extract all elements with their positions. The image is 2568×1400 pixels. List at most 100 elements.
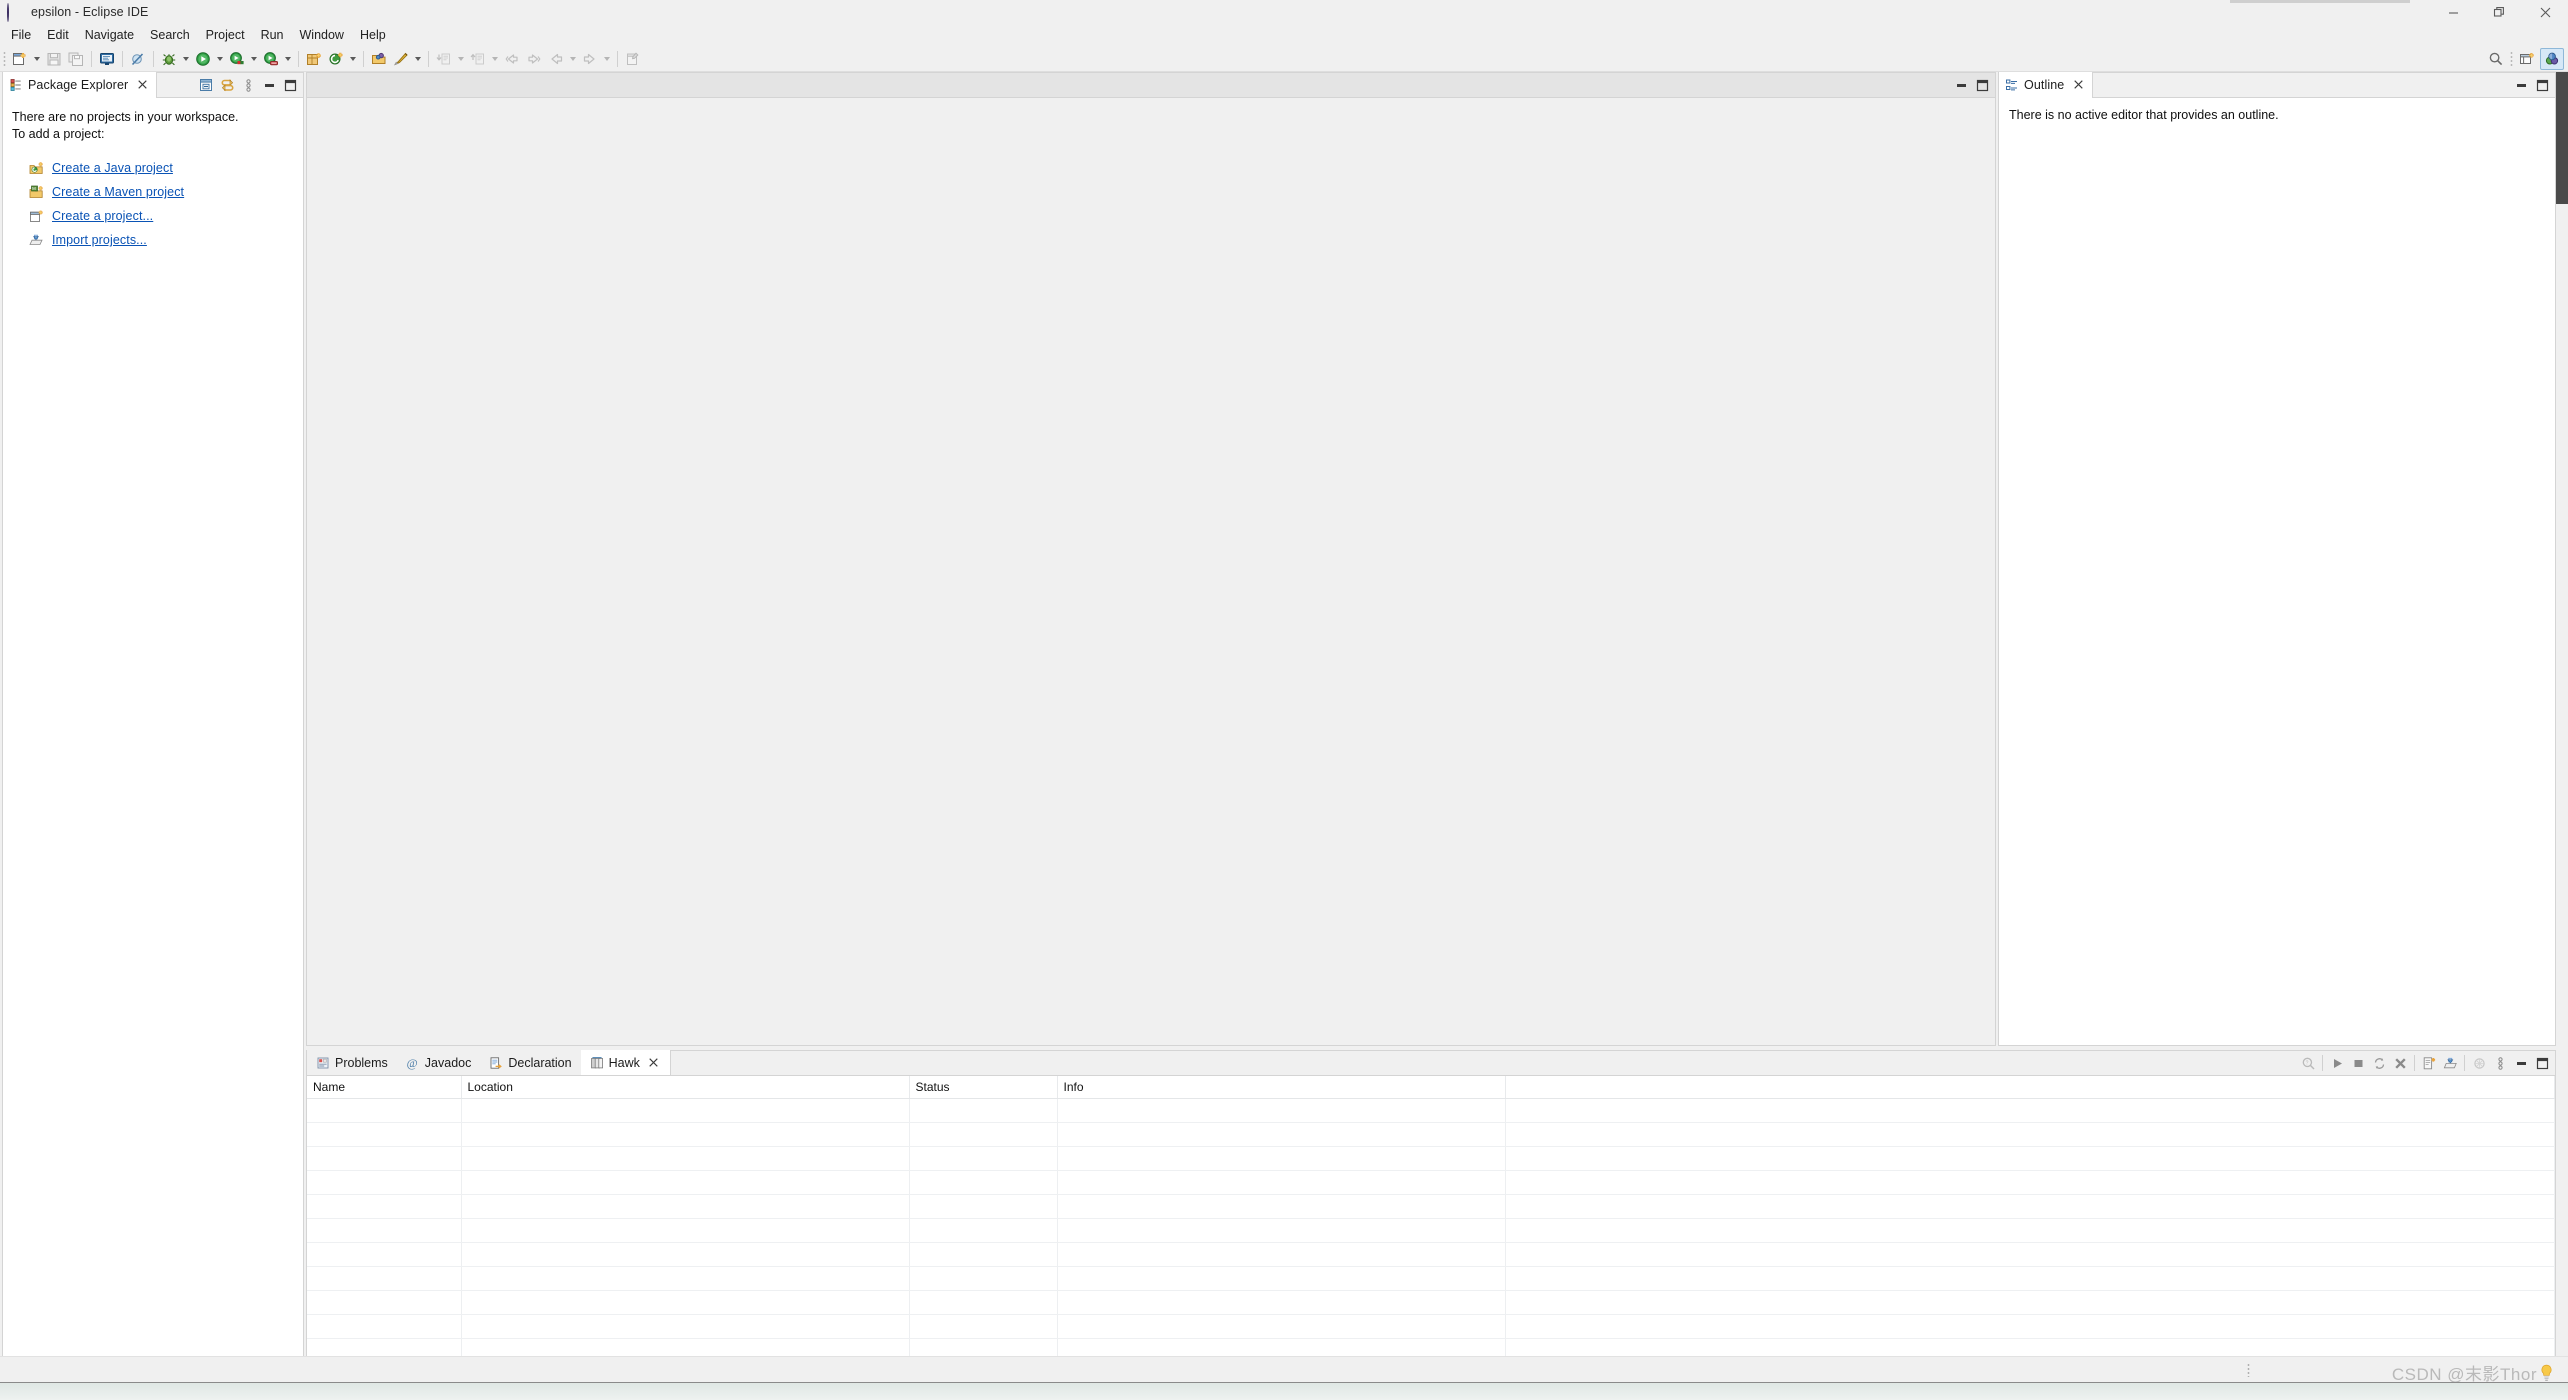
coverage-button[interactable] (226, 48, 248, 70)
close-icon[interactable] (647, 1056, 661, 1070)
debug-dropdown[interactable] (180, 48, 192, 70)
debug-button[interactable] (158, 48, 180, 70)
delete-button[interactable] (2390, 1053, 2410, 1073)
close-button[interactable] (2522, 0, 2568, 24)
tab-javadoc[interactable]: @ Javadoc (396, 1050, 481, 1075)
quick-access-search-button[interactable] (2485, 48, 2507, 70)
new-package-button[interactable] (303, 48, 325, 70)
table-row[interactable] (307, 1122, 2555, 1147)
coverage-dropdown[interactable] (248, 48, 260, 70)
column-header-name[interactable]: Name (307, 1076, 462, 1099)
query-button[interactable]: ? (2298, 1053, 2318, 1073)
tab-declaration[interactable]: Declaration (480, 1050, 581, 1075)
menu-search[interactable]: Search (142, 26, 198, 45)
skip-breakpoints-button[interactable] (127, 48, 149, 70)
menu-edit[interactable]: Edit (39, 26, 77, 45)
open-type-button[interactable] (368, 48, 390, 70)
create-project-link[interactable]: Create a project... (52, 209, 153, 223)
link-with-editor-button[interactable] (217, 75, 237, 95)
next-edit-dropdown[interactable] (601, 48, 613, 70)
tab-outline[interactable]: Outline (1999, 72, 2094, 98)
column-header-status[interactable]: Status (909, 1076, 1058, 1099)
new-class-button[interactable] (325, 48, 347, 70)
new-instance-button[interactable] (2419, 1053, 2439, 1073)
forward-history-button[interactable] (523, 48, 545, 70)
maximize-editor-button[interactable] (1972, 75, 1992, 95)
menu-help[interactable]: Help (352, 26, 394, 45)
view-menu-button[interactable] (2490, 1053, 2510, 1073)
tab-problems[interactable]: Problems (307, 1050, 397, 1075)
close-icon[interactable] (2071, 78, 2085, 92)
toolbar-grip[interactable] (3, 50, 6, 67)
previous-annotation-button[interactable] (433, 48, 455, 70)
minimize-view-button[interactable] (2511, 1053, 2531, 1073)
previous-edit-button[interactable] (545, 48, 567, 70)
open-task-dropdown[interactable] (412, 48, 424, 70)
new-class-dropdown[interactable] (347, 48, 359, 70)
open-perspective-button[interactable] (2516, 48, 2538, 70)
table-row[interactable] (307, 1170, 2555, 1195)
new-untitled-text-file-button[interactable] (622, 48, 644, 70)
minimize-view-button[interactable] (259, 75, 279, 95)
import-projects-link[interactable]: Import projects... (52, 233, 147, 247)
table-row[interactable] (307, 1314, 2555, 1339)
restore-button[interactable] (2476, 0, 2522, 24)
next-annotation-button[interactable] (467, 48, 489, 70)
create-java-project-row[interactable]: Create a Java project (12, 156, 303, 180)
create-java-project-link[interactable]: Create a Java project (52, 161, 173, 175)
table-row[interactable] (307, 1290, 2555, 1315)
close-icon[interactable] (135, 78, 149, 92)
column-header-info[interactable]: Info (1057, 1076, 1506, 1099)
menu-run[interactable]: Run (253, 26, 292, 45)
perspective-bar-grip[interactable] (2510, 50, 2513, 67)
import-instance-button[interactable] (2440, 1053, 2460, 1073)
stop-index-button[interactable] (2348, 1053, 2368, 1073)
table-row[interactable] (307, 1266, 2555, 1291)
minimize-editor-button[interactable] (1951, 75, 1971, 95)
save-all-button[interactable] (65, 48, 87, 70)
menu-project[interactable]: Project (198, 26, 253, 45)
tab-hawk[interactable]: Hawk (580, 1050, 671, 1075)
workbench-vertical-scrollbar[interactable] (2556, 72, 2568, 1374)
scrollbar-thumb[interactable] (2556, 72, 2568, 204)
minimize-button[interactable] (2430, 0, 2476, 24)
previous-edit-dropdown[interactable] (567, 48, 579, 70)
collapse-all-button[interactable] (196, 75, 216, 95)
next-edit-button[interactable] (579, 48, 601, 70)
create-maven-project-row[interactable]: M Create a Maven project (12, 180, 303, 204)
run-external-tools-button[interactable] (260, 48, 282, 70)
previous-annotation-dropdown[interactable] (455, 48, 467, 70)
new-wizard-dropdown[interactable] (31, 48, 43, 70)
view-menu-button[interactable] (238, 75, 258, 95)
menu-window[interactable]: Window (292, 26, 352, 45)
run-button[interactable] (192, 48, 214, 70)
maximize-view-button[interactable] (2532, 1053, 2552, 1073)
save-button[interactable] (43, 48, 65, 70)
menu-file[interactable]: File (3, 26, 39, 45)
configure-button[interactable] (2469, 1053, 2489, 1073)
next-annotation-dropdown[interactable] (489, 48, 501, 70)
external-tools-dropdown[interactable] (282, 48, 294, 70)
menu-navigate[interactable]: Navigate (77, 26, 142, 45)
tab-package-explorer[interactable]: Package Explorer (3, 72, 158, 98)
new-wizard-button[interactable] (9, 48, 31, 70)
table-row[interactable] (307, 1146, 2555, 1171)
run-dropdown[interactable] (214, 48, 226, 70)
table-row[interactable] (307, 1218, 2555, 1243)
import-projects-row[interactable]: Import projects... (12, 228, 303, 252)
hawk-table-scroll[interactable]: Name Location Status Info (307, 1076, 2555, 1368)
table-row[interactable] (307, 1194, 2555, 1219)
sync-button[interactable] (2369, 1053, 2389, 1073)
java-perspective-button[interactable] (2540, 47, 2564, 70)
table-row[interactable] (307, 1242, 2555, 1267)
minimize-view-button[interactable] (2511, 75, 2531, 95)
create-project-row[interactable]: Create a project... (12, 204, 303, 228)
table-row[interactable] (307, 1098, 2555, 1123)
run-index-button[interactable] (2327, 1053, 2347, 1073)
maximize-view-button[interactable] (2532, 75, 2552, 95)
back-history-button[interactable] (501, 48, 523, 70)
maximize-view-button[interactable] (280, 75, 300, 95)
console-icon-button[interactable] (96, 48, 118, 70)
create-maven-project-link[interactable]: Create a Maven project (52, 185, 184, 199)
column-header-location[interactable]: Location (461, 1076, 910, 1099)
